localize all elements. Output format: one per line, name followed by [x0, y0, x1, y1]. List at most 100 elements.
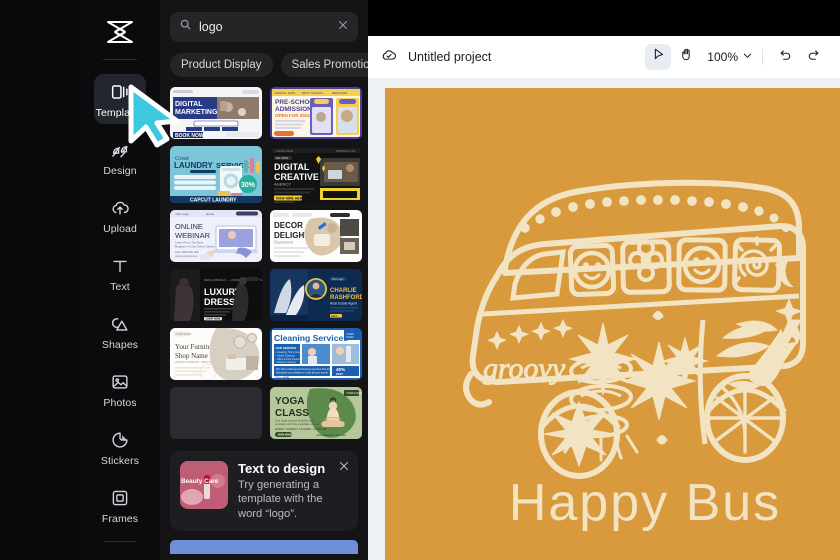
template-card-preschool[interactable]: ENROLL NOW BEST SCHOOL REGISTER PRE-SCHO…: [270, 87, 362, 139]
template-card-laundry[interactable]: Great LAUNDRY SERVICE 30%: [170, 146, 262, 203]
svg-text:Chelsealine St., New Era: Chelsealine St., New Era: [316, 433, 346, 437]
sidebar-item-shapes[interactable]: Shapes: [94, 306, 146, 356]
template-card-digital-creative[interactable]: YOUR LOGO CONTACT US WE HIRE DIGITAL CRE…: [270, 146, 362, 203]
design-icon: [109, 139, 131, 161]
svg-text:affordable and reliable to mee: affordable and reliable to meet all your…: [276, 371, 329, 375]
svg-text:CHARLIE: CHARLIE: [330, 288, 357, 294]
svg-text:CONTACT US: CONTACT US: [336, 149, 355, 153]
clear-search-icon[interactable]: [337, 18, 349, 36]
svg-text:CAPCUT LAUNDRY: CAPCUT LAUNDRY: [190, 197, 237, 203]
svg-text:BOOK NOW: BOOK NOW: [175, 133, 204, 139]
shapes-icon: [109, 313, 131, 335]
svg-text:AGENCY: AGENCY: [274, 182, 291, 187]
text-to-design-close-icon[interactable]: [338, 459, 350, 477]
template-card-placeholder[interactable]: [170, 387, 262, 439]
svg-text:YOUR LOGO: YOUR LOGO: [275, 149, 294, 153]
text-to-design-thumbnail: Beauty Care: [180, 461, 228, 509]
redo-arrow-icon: [806, 47, 821, 67]
svg-text:LOGO: LOGO: [346, 335, 354, 339]
svg-text:30%: 30%: [241, 182, 256, 189]
svg-text:www.yoursite.com: www.yoursite.com: [175, 254, 198, 258]
template-card-furniture-shop[interactable]: YOUR LOGO Your Furniture Shop Name MINIM…: [170, 328, 262, 380]
select-tool-button[interactable]: [645, 44, 671, 70]
svg-text:WEBINAR: WEBINAR: [175, 231, 211, 240]
search-icon: [179, 18, 192, 36]
svg-text:JOIN NOW: JOIN NOW: [278, 433, 293, 437]
project-name[interactable]: Untitled project: [408, 50, 491, 64]
svg-text:CLASS: CLASS: [275, 408, 309, 419]
svg-text:EVERY SUNDAY 12:00AM - 07:00 A: EVERY SUNDAY 12:00AM - 07:00 AM: [275, 427, 327, 431]
next-template-peek: [170, 540, 358, 554]
sidebar-item-text[interactable]: Text: [94, 248, 146, 298]
svg-text:CALL: CALL: [331, 315, 338, 318]
chip-sales-promotion[interactable]: Sales Promotion: [281, 53, 368, 77]
svg-text:OUR SERVICE: OUR SERVICE: [276, 346, 297, 350]
svg-text:CREATIVE: CREATIVE: [274, 172, 319, 182]
cloud-sync-icon[interactable]: [380, 46, 398, 69]
svg-text:OFF!: OFF!: [336, 372, 343, 376]
sidebar-item-label: Design: [103, 165, 136, 177]
rail-divider-top: [103, 59, 137, 60]
svg-text:Department: Department: [273, 240, 294, 245]
sidebar-item-upload[interactable]: Upload: [94, 190, 146, 240]
sidebar-item-label: Stickers: [101, 455, 139, 467]
undo-arrow-icon: [778, 47, 793, 67]
hand-tool-button[interactable]: [673, 44, 699, 70]
svg-text:Beauty Care: Beauty Care: [181, 478, 219, 485]
stickers-icon: [109, 429, 131, 451]
canvas-viewport[interactable]: groovy: [368, 78, 840, 560]
redo-button[interactable]: [800, 44, 826, 70]
editor-area: Untitled project: [368, 36, 840, 560]
templates-icon: [109, 81, 131, 103]
sidebar-item-photos[interactable]: Photos: [94, 364, 146, 414]
capcut-logo-icon[interactable]: [98, 14, 142, 50]
svg-text:BEST SCHOOL: BEST SCHOOL: [302, 91, 324, 95]
svg-text:DIGITAL: DIGITAL: [175, 101, 203, 108]
photos-image-icon: [109, 371, 131, 393]
bus-groovy-word: groovy: [483, 352, 566, 385]
svg-text:Your Logo: Your Logo: [332, 277, 344, 281]
svg-text:• Window Cleaning: • Window Cleaning: [276, 361, 297, 364]
search-input[interactable]: logo: [170, 12, 358, 42]
sidebar-item-stickers[interactable]: Stickers: [94, 422, 146, 472]
svg-text:YOGA: YOGA: [275, 396, 304, 407]
editor-topbar: Untitled project: [368, 36, 840, 78]
template-grid: DIGITAL MARKETING BOOK NOW ENROLL NOW BE…: [160, 77, 368, 439]
artboard-caption: Happy Bus: [509, 474, 781, 532]
sidebar-item-frames[interactable]: Frames: [94, 480, 146, 530]
undo-button[interactable]: [772, 44, 798, 70]
sidebar-item-templates[interactable]: Templates: [94, 74, 146, 124]
cursor-arrow-icon: [651, 47, 666, 67]
svg-text:MARKETING: MARKETING: [175, 109, 218, 116]
happy-bus-illustration: groovy: [385, 88, 840, 560]
sidebar-item-label: Templates: [96, 107, 145, 119]
sidebar-item-design[interactable]: Design: [94, 132, 146, 182]
template-card-online-webinar[interactable]: Your Logo Home ONLINE WEBINAR Learn From…: [170, 210, 262, 262]
template-card-digital-marketing[interactable]: DIGITAL MARKETING BOOK NOW: [170, 87, 262, 139]
sidebar-item-label: Photos: [103, 397, 136, 409]
search-query-text: logo: [199, 20, 330, 34]
chevron-down-icon[interactable]: [742, 48, 753, 66]
chip-product-display[interactable]: Product Display: [170, 53, 273, 77]
svg-text:LAUNDRY: LAUNDRY: [174, 161, 213, 170]
template-card-charlie-rashford[interactable]: Your Logo CHARLIE RASHFORD Real Estate A…: [270, 269, 362, 321]
svg-text:Shop Name: Shop Name: [175, 352, 208, 360]
svg-text:CALL NOW: CALL NOW: [275, 376, 289, 380]
template-card-luxury-dress[interactable]: NEW ARRIVALS — WOMEN'S WEAR — SHOP LUXUR…: [170, 269, 262, 321]
text-to-design-card[interactable]: Beauty Care Text to design Try generatin…: [170, 451, 358, 531]
sidebar-nav: Templates Design: [80, 0, 160, 560]
artboard[interactable]: groovy: [385, 88, 840, 560]
template-card-cleaning-services[interactable]: Cleaning Services YOUR LOGO OUR SERVICE …: [270, 328, 362, 380]
sidebar-item-label: Text: [110, 281, 130, 293]
template-card-decor-delights[interactable]: DECOR DELIGHTS Department: [270, 210, 362, 262]
svg-text:NOW HIRE HERE: NOW HIRE HERE: [276, 196, 305, 200]
svg-text:Register At Our Online Series: Register At Our Online Series: [175, 245, 215, 249]
template-card-yoga-class[interactable]: YOGA CLASS Your yoga practice flexibilit…: [270, 387, 362, 439]
zoom-level-value[interactable]: 100%: [707, 50, 738, 64]
svg-text:ONLINE: ONLINE: [175, 222, 203, 231]
rail-divider-bottom: [103, 541, 137, 542]
svg-text:REGISTER: REGISTER: [332, 91, 348, 95]
svg-text:OPEN FOR 2024: OPEN FOR 2024: [275, 113, 310, 118]
templates-panel: logo Product Display Sales Promotion: [160, 0, 368, 560]
hand-pan-icon: [679, 47, 694, 67]
